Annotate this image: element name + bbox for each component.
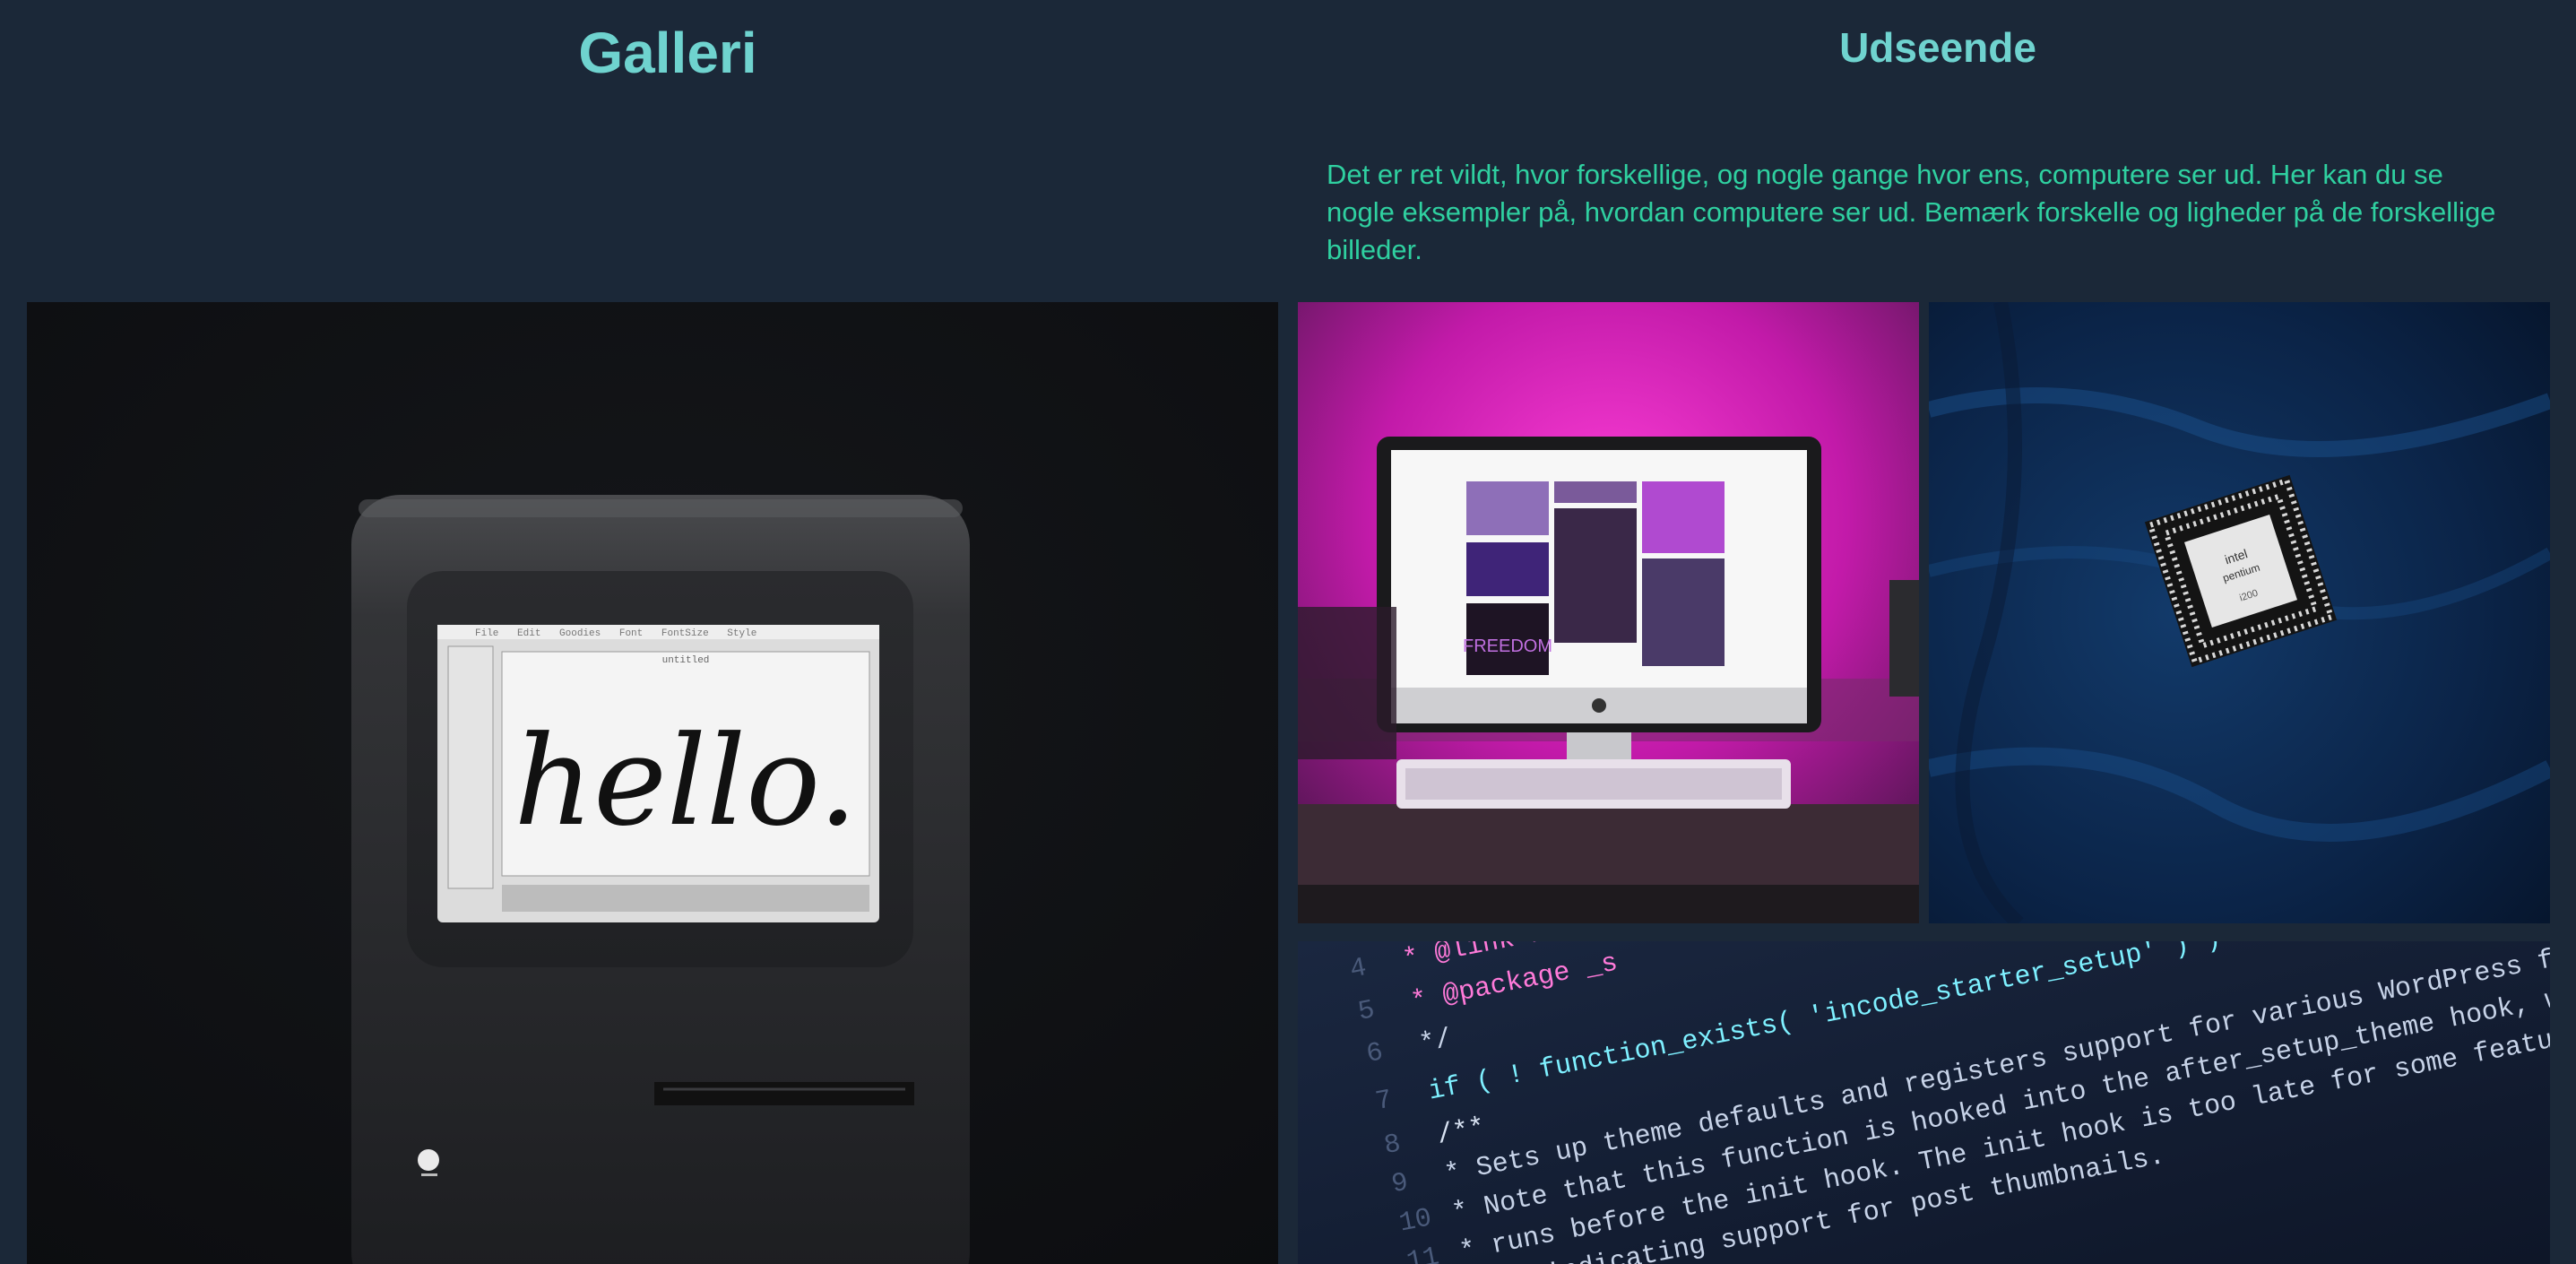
cpu-photo: intel pentium i200 bbox=[1929, 302, 2550, 923]
mac-menu-item: Style bbox=[727, 628, 756, 639]
apple-logo-icon bbox=[418, 1149, 439, 1171]
mac-screen-text: hello. bbox=[514, 709, 857, 853]
code-photo: 4* @link https://devel 5* @package _s 6*… bbox=[1298, 941, 2550, 1264]
mac-window-label: untitled bbox=[662, 655, 710, 666]
macintosh-photo: File Edit Goodies Font FontSize Style un… bbox=[27, 302, 1278, 1264]
mac-menu-item: Font bbox=[619, 628, 643, 639]
gallery-image-macintosh[interactable]: File Edit Goodies Font FontSize Style un… bbox=[27, 302, 1278, 1264]
code-line: */ bbox=[1417, 1024, 1455, 1060]
gallery-page: Galleri Udseende Det er ret vildt, hvor … bbox=[0, 0, 2576, 1264]
imac-neon-text: FREEDOM bbox=[1463, 636, 1552, 656]
mac-menu-item: FontSize bbox=[661, 628, 709, 639]
mac-menu-item: File bbox=[475, 628, 498, 639]
imac-photo: FREEDOM bbox=[1298, 302, 1919, 923]
gallery-image-code[interactable]: 4* @link https://devel 5* @package _s 6*… bbox=[1298, 941, 2550, 1264]
gallery-title: Galleri bbox=[578, 21, 757, 85]
code-line-number: 10 bbox=[1396, 1203, 1434, 1239]
gallery-image-cpu[interactable]: intel pentium i200 bbox=[1929, 302, 2550, 923]
appearance-heading: Udseende bbox=[1839, 24, 2036, 71]
gallery-image-imac[interactable]: FREEDOM bbox=[1298, 302, 1919, 923]
mac-menu-item: Edit bbox=[517, 628, 540, 639]
mac-menu-item: Goodies bbox=[559, 628, 601, 639]
intro-paragraph: Det er ret vildt, hvor forskellige, og n… bbox=[1327, 159, 2496, 265]
